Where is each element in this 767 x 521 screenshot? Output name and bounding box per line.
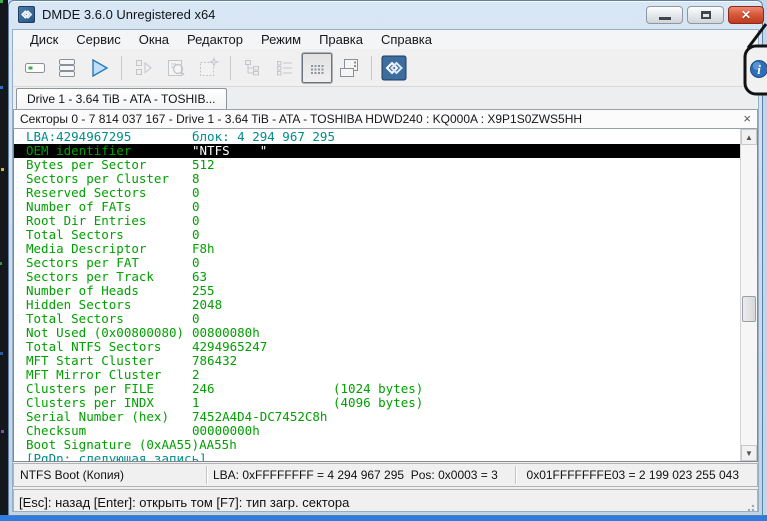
tree-view-button[interactable] (238, 53, 268, 83)
boot-record-row[interactable]: Serial Number (hex)7452A4D4-DC7452C8h (14, 410, 740, 424)
help-text: [Esc]: назад [Enter]: открыть том [F7]: … (19, 495, 349, 510)
menu-item-editor[interactable]: Редактор (178, 31, 252, 48)
dmde-app-icon (18, 6, 35, 23)
apply-button[interactable] (129, 53, 159, 83)
menu-item-disk[interactable]: Диск (21, 31, 67, 48)
scrollbar-up-button[interactable]: ▲ (741, 129, 757, 145)
boot-record-row[interactable]: Total NTFS Sectors4294965247 (14, 340, 740, 354)
tab-drive1[interactable]: Drive 1 - 3.64 TiB - ATA - TOSHIB... (16, 88, 227, 109)
sector-panel-title: Секторы 0 - 7 814 037 167 - Drive 1 - 3.… (20, 112, 582, 126)
continue-button[interactable] (84, 53, 114, 83)
titlebar[interactable]: DMDE 3.6.0 Unregistered x64 ✕ (9, 1, 762, 29)
toolbar-separator (230, 56, 231, 80)
boot-record-row[interactable]: Sectors per FAT0 (14, 256, 740, 270)
boot-record-row: LBA:4294967295блок: 4 294 967 295 (14, 130, 740, 144)
menu-item-service[interactable]: Сервис (67, 31, 130, 48)
hex-view-icon (305, 56, 329, 80)
boot-record-row[interactable]: Number of FATs0 (14, 200, 740, 214)
boot-record-row[interactable]: Root Dir Entries0 (14, 214, 740, 228)
hex-view-button[interactable] (302, 53, 332, 83)
boot-record-row[interactable]: Media DescriptorF8h (14, 242, 740, 256)
scrollbar-down-button[interactable]: ▼ (741, 445, 757, 461)
boot-record-row[interactable]: MFT Start Cluster786432 (14, 354, 740, 368)
boot-record-row[interactable]: Total Sectors0 (14, 312, 740, 326)
boot-record-row[interactable]: Sectors per Track63 (14, 270, 740, 284)
svg-text:i: i (757, 62, 761, 77)
boot-record-row: [PgDn: следующая запись] (14, 452, 740, 462)
boot-record-row[interactable]: Clusters per INDX1(4096 bytes) (14, 396, 740, 410)
screen: DMDE 3.6.0 Unregistered x64 ✕ ДискСервис… (0, 0, 767, 521)
boot-record-row[interactable]: Not Used (0x00800080)00800080h (14, 326, 740, 340)
list-view-button[interactable] (270, 53, 300, 83)
menu-item-mode[interactable]: Режим (252, 31, 310, 48)
dmde-logo-icon (381, 55, 407, 81)
maximize-button[interactable] (687, 6, 724, 24)
menu-item-edit[interactable]: Правка (310, 31, 372, 48)
disk-list-button[interactable] (52, 53, 82, 83)
client-area: ДискСервисОкнаРедакторРежимПравкаСправка (12, 29, 759, 512)
desktop-left-strip (0, 0, 8, 521)
open-play-icon (87, 56, 111, 80)
panel-close-button[interactable]: × (743, 111, 751, 126)
boot-record-row[interactable]: Number of Heads255 (14, 284, 740, 298)
status-bar: NTFS Boot (Копия) LBA: 0xFFFFFFFF = 4 29… (13, 463, 758, 487)
panels-icon (337, 56, 361, 80)
tree-view-icon (241, 56, 265, 80)
scrollbar-track[interactable]: ▲ ▼ (740, 129, 757, 461)
minimize-button[interactable] (646, 6, 683, 24)
construct-button[interactable] (193, 53, 223, 83)
help-bar: [Esc]: назад [Enter]: открыть том [F7]: … (13, 489, 758, 512)
boot-record-row[interactable]: Hidden Sectors2048 (14, 298, 740, 312)
about-dmde-button[interactable] (379, 53, 409, 83)
close-icon: ✕ (729, 8, 763, 22)
minimize-icon (659, 17, 671, 20)
boot-record-row[interactable]: Total Sectors0 (14, 228, 740, 242)
boot-record-row[interactable]: Clusters per FILE246(1024 bytes) (14, 382, 740, 396)
status-offset-info: 0x01FFFFFFFE03 = 2 199 023 255 043 (516, 468, 757, 482)
search-icon (164, 56, 188, 80)
toolbar-separator (371, 56, 372, 80)
notification-balloon[interactable]: i (736, 22, 767, 102)
construct-icon (196, 56, 220, 80)
boot-record-row[interactable]: Boot Signature (0xAA55)AA55h (14, 438, 740, 452)
sector-panel-header: Секторы 0 - 7 814 037 167 - Drive 1 - 3.… (13, 109, 758, 129)
device-icon (23, 56, 47, 80)
boot-record-row[interactable]: MFT Mirror Cluster2 (14, 368, 740, 382)
app-window: DMDE 3.6.0 Unregistered x64 ✕ ДискСервис… (8, 0, 763, 516)
sector-content: LBA:4294967295блок: 4 294 967 295OEM ide… (13, 129, 758, 462)
tabbar: Drive 1 - 3.64 TiB - ATA - TOSHIB... (13, 87, 758, 109)
search-button[interactable] (161, 53, 191, 83)
boot-record-row[interactable]: OEM identifier"NTFS " (14, 144, 740, 158)
status-lba-info: LBA: 0xFFFFFFFF = 4 294 967 295 Pos: 0x0… (207, 468, 515, 482)
toolbar (13, 49, 758, 87)
menubar: ДискСервисОкнаРедакторРежимПравкаСправка (13, 30, 758, 49)
apply-icon (132, 56, 156, 80)
boot-record-row[interactable]: Bytes per Sector512 (14, 158, 740, 172)
window-title: DMDE 3.6.0 Unregistered x64 (42, 7, 215, 22)
boot-record-rows: LBA:4294967295блок: 4 294 967 295OEM ide… (14, 130, 740, 462)
list-view-icon (273, 56, 297, 80)
status-record-type: NTFS Boot (Копия) (14, 468, 206, 482)
menu-item-windows[interactable]: Окна (130, 31, 178, 48)
menu-item-help[interactable]: Справка (372, 31, 441, 48)
toolbar-separator (121, 56, 122, 80)
scrollbar-thumb[interactable] (742, 296, 756, 322)
boot-record-row[interactable]: Sectors per Cluster8 (14, 172, 740, 186)
open-device-button[interactable] (20, 53, 50, 83)
resize-grip[interactable] (745, 502, 755, 512)
disk-stack-icon (55, 56, 79, 80)
panels-button[interactable] (334, 53, 364, 83)
boot-record-row[interactable]: Reserved Sectors0 (14, 186, 740, 200)
boot-record-row[interactable]: Checksum00000000h (14, 424, 740, 438)
maximize-icon (701, 11, 711, 19)
